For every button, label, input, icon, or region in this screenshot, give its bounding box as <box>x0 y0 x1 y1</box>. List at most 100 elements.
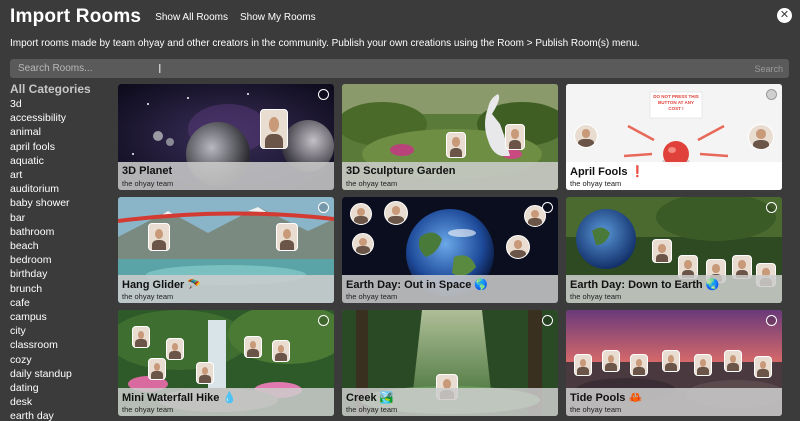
category-sidebar: All Categories 3d accessibility animal a… <box>10 82 110 421</box>
warning-sign-text: DO NOT PRESS THIS BUTTON AT ANY COST ! <box>653 94 699 111</box>
card-footer: 3D Sculpture Garden the ohyay team <box>342 162 558 190</box>
close-button[interactable]: ✕ <box>777 8 792 23</box>
participant-avatar <box>446 132 466 158</box>
select-radio[interactable] <box>766 315 777 326</box>
card-title: Mini Waterfall Hike 💧 <box>122 392 237 404</box>
search-button[interactable]: Search <box>754 64 789 74</box>
participant-avatar <box>574 124 598 148</box>
sidebar-item-auditorium[interactable]: auditorium <box>10 182 110 196</box>
card-title: 3D Sculpture Garden <box>346 165 456 177</box>
participant-avatar <box>352 233 374 255</box>
participant-avatar <box>384 201 408 225</box>
select-radio[interactable] <box>766 202 777 213</box>
card-author: the ohyay team <box>346 292 398 301</box>
participant-avatar <box>574 354 592 376</box>
participant-avatar <box>166 338 184 360</box>
sidebar-item-3d[interactable]: 3d <box>10 97 110 111</box>
header: Import Rooms Show All Rooms Show My Room… <box>0 0 800 34</box>
search-bar: Search <box>10 59 789 78</box>
room-grid: 3D Planet the ohyay team 3D Sculpture Ga… <box>118 84 784 416</box>
participant-avatar <box>276 223 298 251</box>
sidebar-item-dating[interactable]: dating <box>10 381 110 395</box>
select-radio[interactable] <box>542 202 553 213</box>
sidebar-item-classroom[interactable]: classroom <box>10 338 110 352</box>
room-card-3d-planet[interactable]: 3D Planet the ohyay team <box>118 84 334 190</box>
card-title: Tide Pools 🦀 <box>570 392 643 404</box>
participant-avatar <box>148 358 166 380</box>
sidebar-item-earth-day[interactable]: earth day <box>10 409 110 421</box>
sidebar-item-cozy[interactable]: cozy <box>10 353 110 367</box>
card-footer: Mini Waterfall Hike 💧 the ohyay team <box>118 388 334 416</box>
card-footer: 3D Planet the ohyay team <box>118 162 334 190</box>
room-card-creek[interactable]: Creek 🏞️ the ohyay team <box>342 310 558 416</box>
sidebar-item-cafe[interactable]: cafe <box>10 296 110 310</box>
select-radio[interactable] <box>318 315 329 326</box>
sidebar-item-desk[interactable]: desk <box>10 395 110 409</box>
sidebar-item-bedroom[interactable]: bedroom <box>10 253 110 267</box>
room-card-hang-glider[interactable]: Hang Glider 🪂 the ohyay team <box>118 197 334 303</box>
room-card-earth-day-out-in-space[interactable]: Earth Day: Out in Space 🌎 the ohyay team <box>342 197 558 303</box>
participant-avatar <box>506 235 530 259</box>
sidebar-item-baby-shower[interactable]: baby shower <box>10 196 110 210</box>
sidebar-item-daily-standup[interactable]: daily standup <box>10 367 110 381</box>
select-radio[interactable] <box>318 89 329 100</box>
participant-avatar <box>694 354 712 376</box>
card-title: Creek 🏞️ <box>346 392 394 404</box>
participant-avatar <box>602 350 620 372</box>
sidebar-item-aquatic[interactable]: aquatic <box>10 154 110 168</box>
sidebar-item-art[interactable]: art <box>10 168 110 182</box>
participant-avatar <box>754 356 772 378</box>
card-title: Hang Glider 🪂 <box>122 279 202 291</box>
sidebar-item-birthday[interactable]: birthday <box>10 267 110 281</box>
participant-avatar <box>132 326 150 348</box>
category-heading[interactable]: All Categories <box>10 82 110 97</box>
participant-avatar <box>748 124 774 150</box>
card-footer: Tide Pools 🦀 the ohyay team <box>566 388 782 416</box>
close-icon: ✕ <box>779 9 790 21</box>
room-card-earth-day-down-to-earth[interactable]: Earth Day: Down to Earth 🌏 the ohyay tea… <box>566 197 782 303</box>
card-author: the ohyay team <box>570 179 622 188</box>
sidebar-item-accessibility[interactable]: accessibility <box>10 111 110 125</box>
participant-avatar <box>724 350 742 372</box>
participant-avatar <box>260 109 288 149</box>
card-footer: Earth Day: Out in Space 🌎 the ohyay team <box>342 275 558 303</box>
card-footer: Creek 🏞️ the ohyay team <box>342 388 558 416</box>
sidebar-item-brunch[interactable]: brunch <box>10 282 110 296</box>
card-title: Earth Day: Down to Earth 🌏 <box>570 279 720 291</box>
card-footer: April Fools ❗ the ohyay team <box>566 162 782 190</box>
sidebar-item-city[interactable]: city <box>10 324 110 338</box>
participant-avatar <box>350 203 372 225</box>
card-title: Earth Day: Out in Space 🌎 <box>346 279 489 291</box>
participant-avatar <box>630 354 648 376</box>
select-radio[interactable] <box>766 89 777 100</box>
card-author: the ohyay team <box>570 292 622 301</box>
sidebar-item-april-fools[interactable]: april fools <box>10 140 110 154</box>
participant-avatar <box>505 124 525 150</box>
sidebar-item-bathroom[interactable]: bathroom <box>10 225 110 239</box>
room-card-april-fools[interactable]: DO NOT PRESS THIS BUTTON AT ANY COST ! A… <box>566 84 782 190</box>
select-radio[interactable] <box>542 315 553 326</box>
participant-avatar <box>196 362 214 384</box>
select-radio[interactable] <box>318 202 329 213</box>
card-title: April Fools ❗ <box>570 166 645 178</box>
card-author: the ohyay team <box>122 179 174 188</box>
sidebar-item-campus[interactable]: campus <box>10 310 110 324</box>
card-author: the ohyay team <box>570 405 622 414</box>
text-cursor-icon: I <box>158 62 162 76</box>
show-my-rooms-link[interactable]: Show My Rooms <box>240 12 316 23</box>
show-all-rooms-link[interactable]: Show All Rooms <box>155 12 228 23</box>
sidebar-item-beach[interactable]: beach <box>10 239 110 253</box>
card-title: 3D Planet <box>122 165 173 177</box>
room-card-3d-sculpture-garden[interactable]: 3D Sculpture Garden the ohyay team <box>342 84 558 190</box>
sidebar-item-bar[interactable]: bar <box>10 211 110 225</box>
room-card-tide-pools[interactable]: Tide Pools 🦀 the ohyay team <box>566 310 782 416</box>
participant-avatar <box>148 223 170 251</box>
room-card-mini-waterfall-hike[interactable]: Mini Waterfall Hike 💧 the ohyay team <box>118 310 334 416</box>
sidebar-item-animal[interactable]: animal <box>10 125 110 139</box>
card-footer: Hang Glider 🪂 the ohyay team <box>118 275 334 303</box>
page-title: Import Rooms <box>10 6 142 27</box>
description-text: Import rooms made by team ohyay and othe… <box>10 38 640 49</box>
card-author: the ohyay team <box>346 405 398 414</box>
search-input[interactable] <box>10 59 755 78</box>
card-author: the ohyay team <box>122 405 174 414</box>
